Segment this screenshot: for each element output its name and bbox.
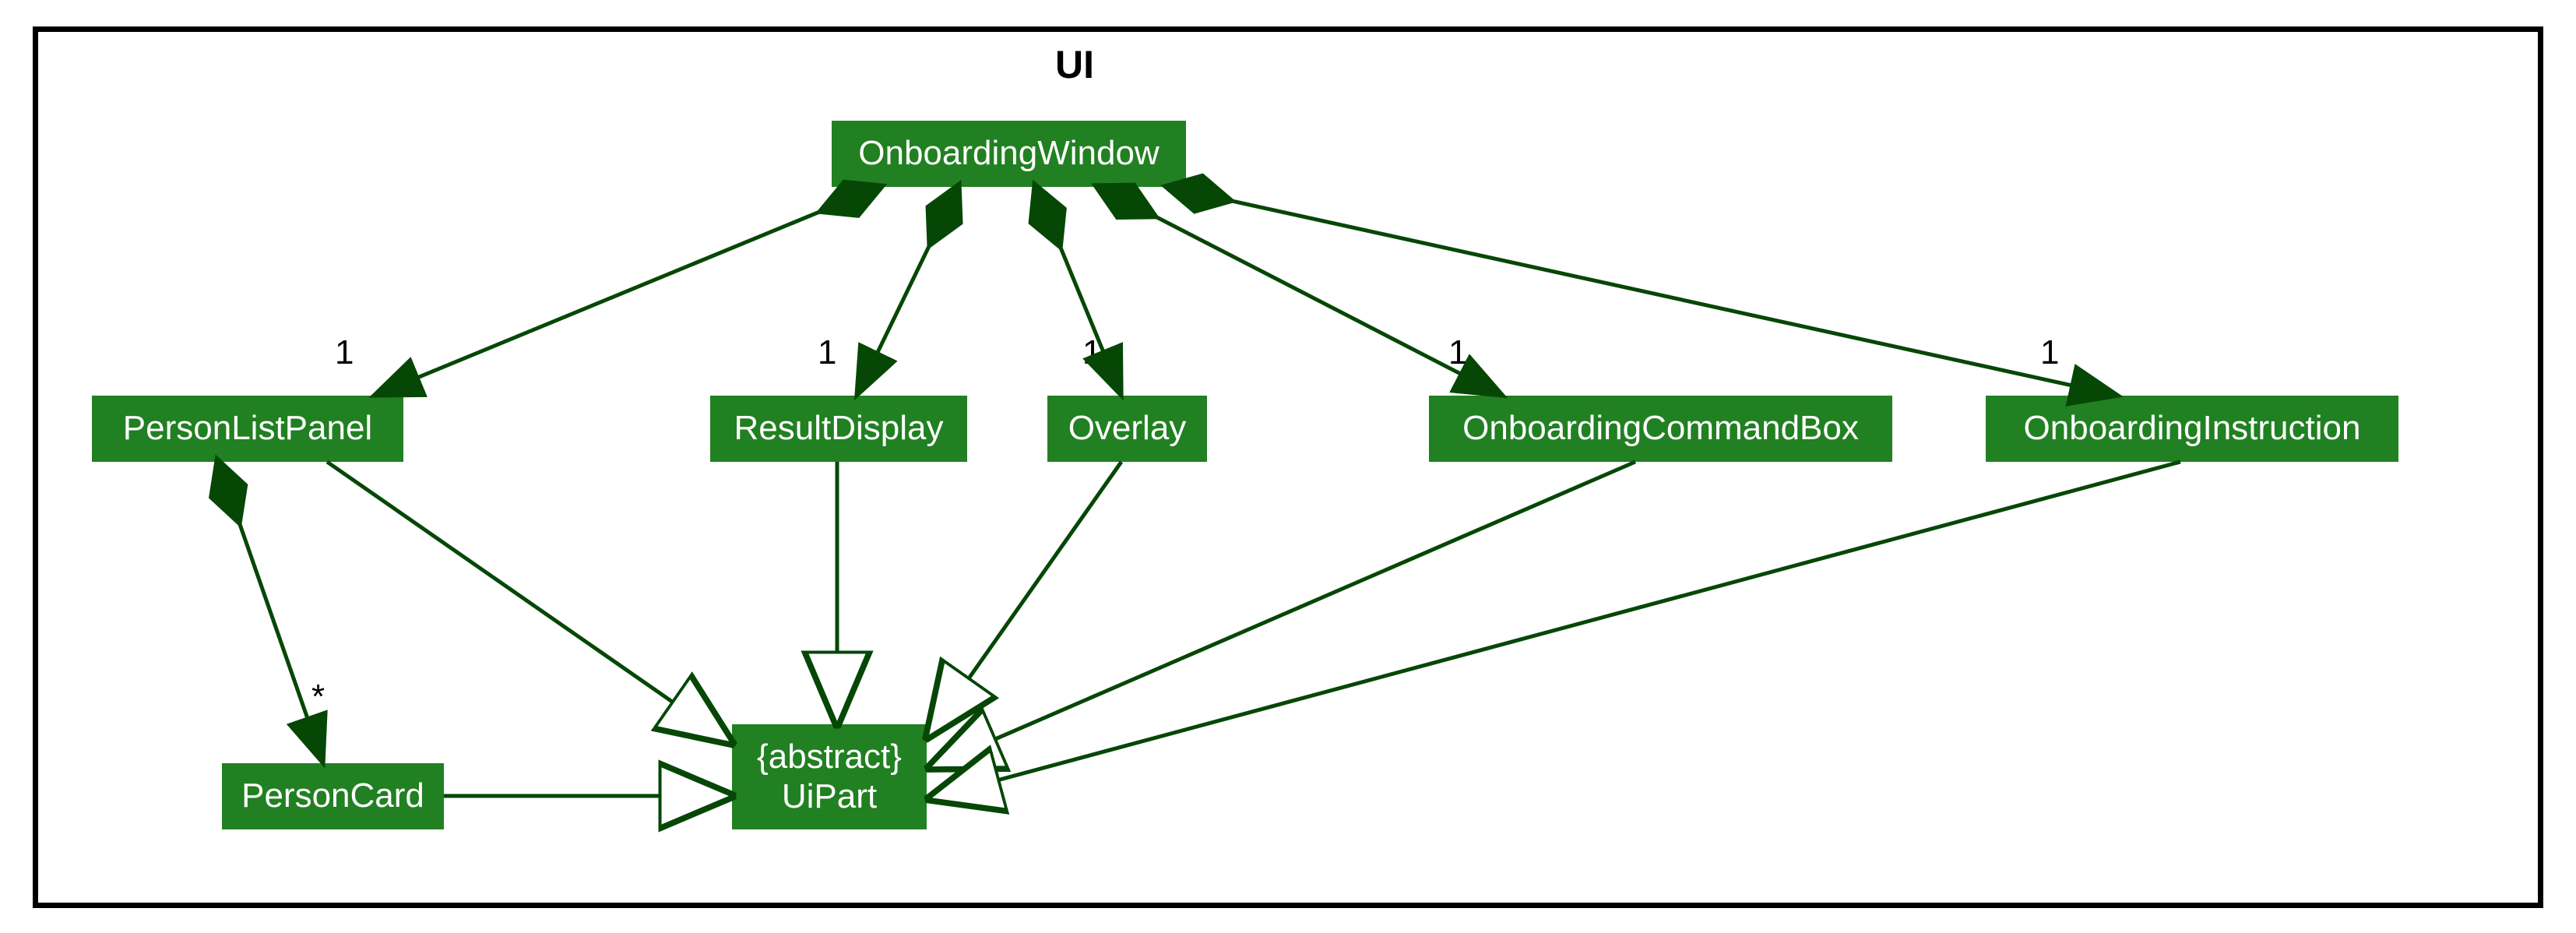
multiplicity-onboarding-command-box: 1 <box>1448 333 1467 372</box>
class-person-card: PersonCard <box>222 763 444 829</box>
package-title: UI <box>1028 42 1121 87</box>
multiplicity-person-list-panel: 1 <box>335 333 354 372</box>
class-ui-part: {abstract} UiPart <box>732 724 927 829</box>
class-onboarding-command-box: OnboardingCommandBox <box>1429 396 1892 462</box>
class-result-display: ResultDisplay <box>710 396 967 462</box>
class-overlay: Overlay <box>1047 396 1207 462</box>
class-onboarding-instruction: OnboardingInstruction <box>1986 396 2398 462</box>
class-person-list-panel: PersonListPanel <box>92 396 403 462</box>
multiplicity-person-card: * <box>311 678 325 716</box>
ui-part-stereotype: {abstract} <box>757 738 902 777</box>
multiplicity-onboarding-instruction: 1 <box>2040 333 2059 372</box>
multiplicity-overlay: 1 <box>1082 333 1101 372</box>
ui-part-name: UiPart <box>782 777 877 817</box>
diagram-canvas: UI OnboardingWindow PersonListPanel Resu… <box>0 0 2576 933</box>
multiplicity-result-display: 1 <box>818 333 836 372</box>
class-onboarding-window: OnboardingWindow <box>832 121 1186 187</box>
